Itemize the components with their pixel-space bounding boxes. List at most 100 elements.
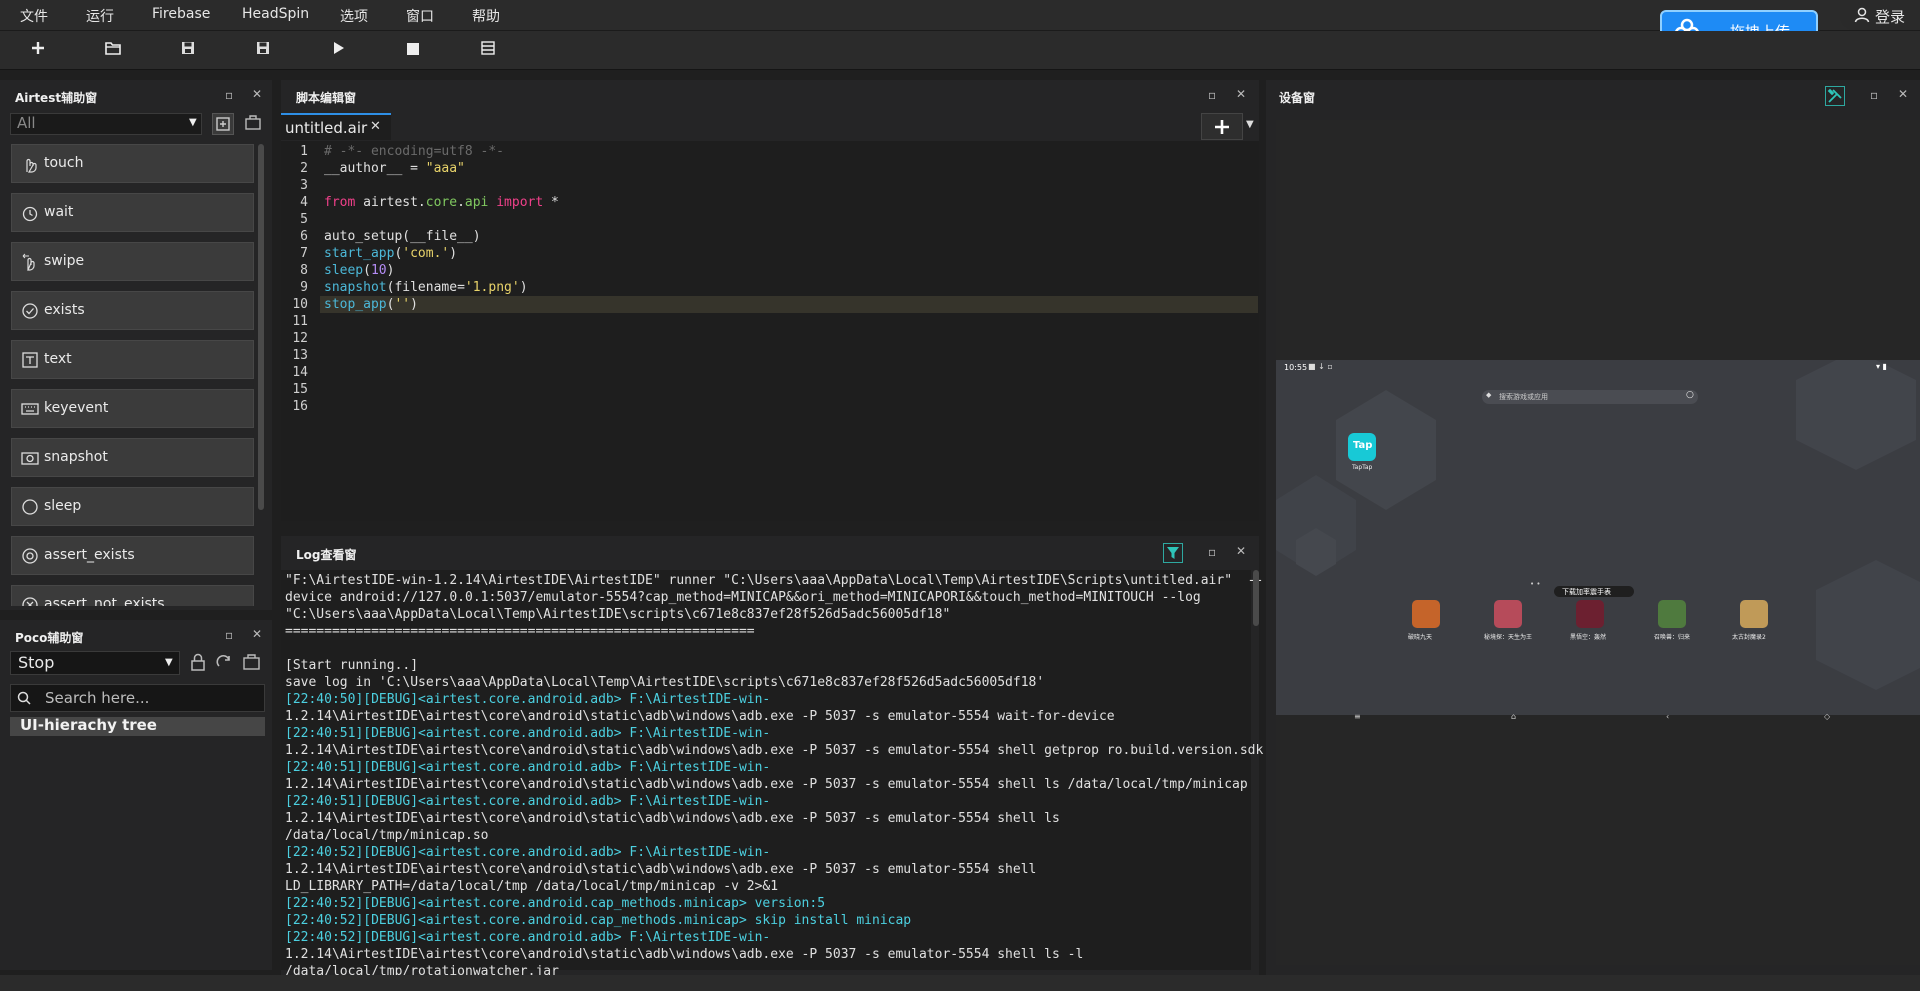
taptap-app-icon[interactable]: Tap — [1348, 433, 1376, 461]
record-icon[interactable] — [243, 113, 265, 135]
panel-float-icon[interactable]: ▫ — [225, 628, 233, 642]
swipe-command[interactable]: swipe — [11, 242, 254, 281]
assert-exists-command[interactable]: assert_exists — [11, 536, 254, 575]
menu-headspin[interactable]: HeadSpin — [242, 6, 309, 22]
refresh-icon[interactable] — [214, 651, 234, 673]
line-number: 14 — [292, 365, 308, 380]
code-line: stop_app('') — [324, 297, 418, 312]
log-line: [22:40:52][DEBUG]<airtest.core.android.c… — [285, 896, 826, 911]
sleep-label: sleep — [44, 498, 82, 514]
panel-close-icon[interactable]: ✕ — [252, 87, 262, 101]
login-label: 登录 — [1875, 8, 1906, 26]
tab-untitled-air[interactable]: untitled.air ✕ — [281, 113, 391, 140]
text-box-icon — [22, 352, 38, 368]
wait-command[interactable]: wait — [11, 193, 254, 232]
menu-firebase[interactable]: Firebase — [152, 6, 210, 22]
save-icon[interactable] — [175, 37, 201, 63]
current-line-highlight — [320, 296, 1258, 313]
line-number: 16 — [292, 399, 308, 414]
app-icon-4[interactable] — [1658, 600, 1686, 628]
device-screen[interactable]: 10:55 ■ ↓ ▫ ▾ ▮ ◆ 搜索游戏或应用 ○ Tap TapTap •… — [1276, 360, 1920, 715]
promo-banner[interactable]: 下载加率震手表 — [1554, 586, 1634, 597]
login-button[interactable]: 登录 — [1840, 0, 1920, 30]
keyevent-command[interactable]: keyevent — [11, 389, 254, 428]
close-tab-icon[interactable]: ✕ — [370, 119, 381, 134]
panel-close-icon[interactable]: ✕ — [1898, 87, 1908, 101]
exists-command[interactable]: exists — [11, 291, 254, 330]
device-search-placeholder: 搜索游戏或应用 — [1499, 393, 1548, 401]
log-line: [22:40:51][DEBUG]<airtest.core.android.a… — [285, 726, 771, 741]
script-panel-title: 脚本编辑窗 — [296, 91, 357, 105]
snapshot-command[interactable]: snapshot — [11, 438, 254, 477]
menu-window[interactable]: 窗口 — [406, 6, 434, 26]
app-icon-2[interactable] — [1494, 600, 1522, 628]
app-icon-5[interactable] — [1740, 600, 1768, 628]
line-number: 12 — [292, 331, 308, 346]
camera-icon — [21, 452, 39, 465]
ui-hierarchy-tree-item[interactable]: UI-hierachy tree — [10, 716, 265, 736]
code-line: start_app('com.') — [324, 246, 458, 261]
touch-label: touch — [44, 155, 84, 171]
chevron-down-icon[interactable]: ▼ — [1246, 119, 1254, 130]
airtest-filter-select[interactable]: All ▼ — [10, 113, 202, 135]
play-icon[interactable] — [325, 37, 351, 63]
back-nav-icon[interactable]: ‹ — [1666, 712, 1669, 721]
new-file-icon[interactable] — [25, 37, 51, 63]
open-folder-icon[interactable] — [100, 37, 126, 63]
save-as-icon[interactable] — [250, 37, 276, 63]
filter-icon[interactable] — [1163, 543, 1183, 563]
panel-float-icon[interactable]: ▫ — [1208, 545, 1216, 559]
poco-search-input[interactable]: Search here... — [10, 684, 265, 712]
app-icon-1[interactable] — [1412, 600, 1440, 628]
touch-command[interactable]: touch — [11, 144, 254, 183]
log-line: 1.2.14\AirtestIDE\airtest\core\android\s… — [285, 777, 1248, 792]
menu-options[interactable]: 选项 — [340, 6, 368, 26]
image-picker-icon[interactable] — [212, 113, 234, 135]
app-label-4: 召唤兽：归来 — [1654, 634, 1691, 641]
log-icon[interactable] — [475, 37, 501, 63]
line-number: 13 — [292, 348, 308, 363]
stop-icon[interactable] — [400, 37, 426, 63]
panel-close-icon[interactable]: ✕ — [1236, 544, 1246, 558]
panel-float-icon[interactable]: ▫ — [1208, 88, 1216, 102]
text-command[interactable]: text — [11, 340, 254, 379]
sleep-command[interactable]: sleep — [11, 487, 254, 526]
menubar: 文件 运行 Firebase HeadSpin 选项 窗口 帮助 — [0, 0, 1920, 31]
menu-file[interactable]: 文件 — [20, 6, 48, 26]
device-search-bar[interactable]: ◆ 搜索游戏或应用 ○ — [1482, 390, 1698, 404]
app-icon-3[interactable] — [1576, 600, 1604, 628]
recent-nav-icon[interactable]: ◇ — [1824, 712, 1830, 721]
panel-float-icon[interactable]: ▫ — [225, 88, 233, 102]
code-line: from airtest.core.api import * — [324, 195, 559, 210]
log-line: 1.2.14\AirtestIDE\airtest\core\android\s… — [285, 743, 1264, 758]
panel-close-icon[interactable]: ✕ — [252, 627, 262, 641]
menu-nav-icon[interactable]: ≡ — [1354, 712, 1361, 721]
exists-label: exists — [44, 302, 85, 318]
code-line: sleep(10) — [324, 263, 395, 278]
battery-icon: ▾ ▮ — [1876, 362, 1887, 371]
panel-close-icon[interactable]: ✕ — [1236, 87, 1246, 101]
menu-help[interactable]: 帮助 — [472, 6, 500, 26]
line-number: 10 — [292, 297, 308, 312]
line-number: 6 — [300, 229, 308, 244]
log-scrollbar[interactable] — [1253, 570, 1259, 626]
assert-not-exists-command[interactable]: assert_not_exists — [11, 585, 254, 606]
assert-exists-label: assert_exists — [44, 547, 135, 563]
log-line: [22:40:51][DEBUG]<airtest.core.android.a… — [285, 794, 771, 809]
airtest-scrollbar[interactable] — [258, 144, 264, 510]
line-number: 7 — [300, 246, 308, 261]
tools-icon[interactable] — [1825, 86, 1845, 106]
chevron-down-icon: ▼ — [189, 117, 197, 128]
panel-float-icon[interactable]: ▫ — [1870, 88, 1878, 102]
home-nav-icon[interactable]: ⌂ — [1511, 712, 1516, 721]
ui-hierarchy-tree-label: UI-hierachy tree — [20, 716, 157, 734]
lock-icon[interactable] — [188, 651, 208, 673]
moon-icon — [22, 499, 38, 515]
add-tab-button[interactable] — [1201, 113, 1243, 140]
code-line: snapshot(filename='1.png') — [324, 280, 528, 295]
status-bar — [0, 975, 1920, 991]
menu-run[interactable]: 运行 — [86, 6, 114, 26]
poco-mode-select[interactable]: Stop ▼ — [10, 651, 180, 675]
record-icon[interactable] — [241, 651, 263, 673]
log-line: save log in 'C:\Users\aaa\AppData\Local\… — [285, 675, 1045, 690]
